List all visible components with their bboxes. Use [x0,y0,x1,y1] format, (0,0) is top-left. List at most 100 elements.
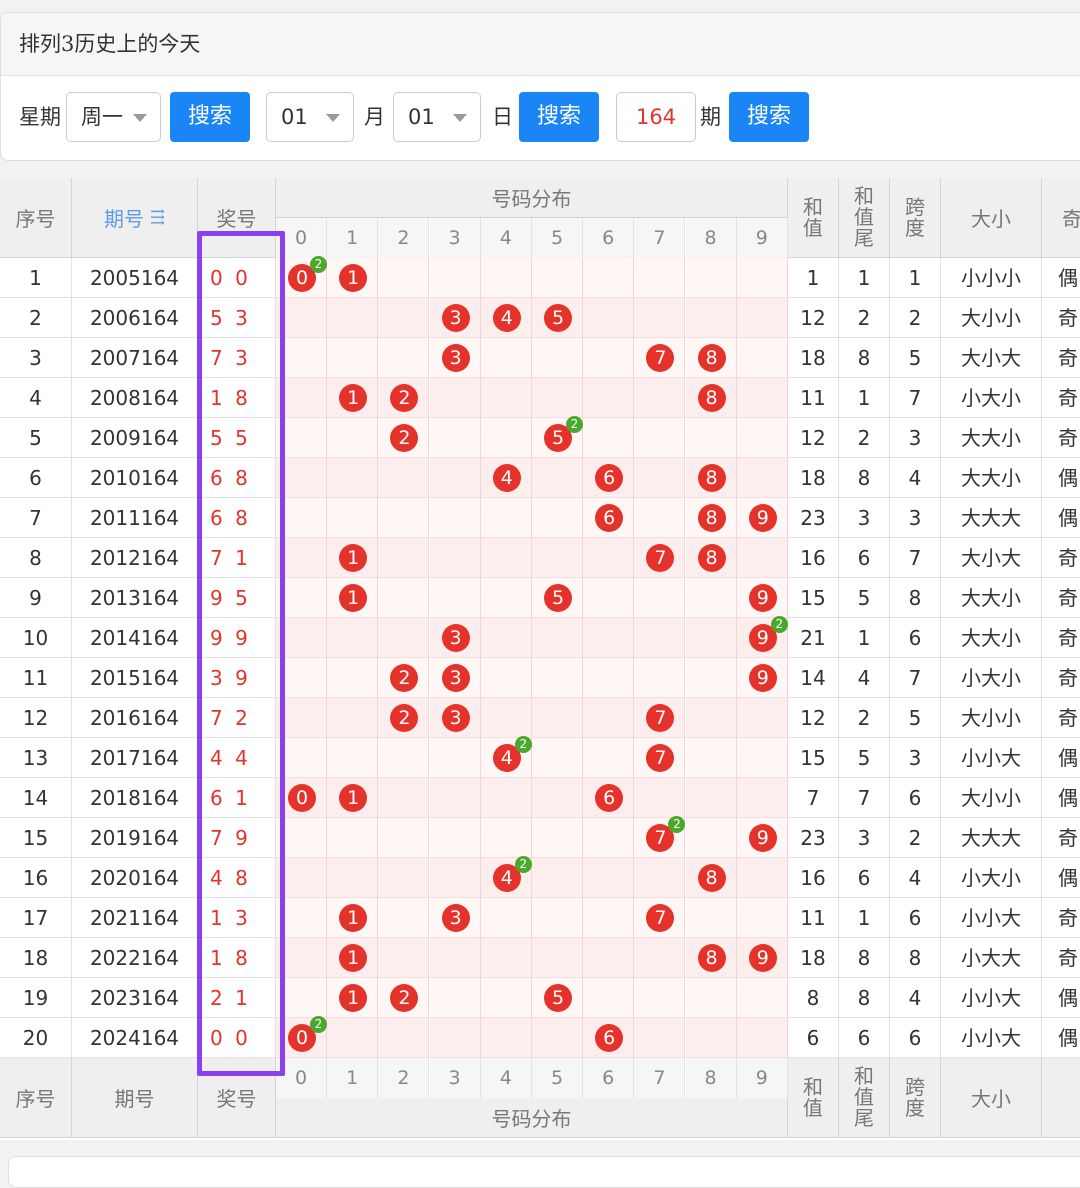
row-size: 小小大 [941,978,1042,1018]
dist-cell-6 [583,378,635,418]
dist-cell-8 [685,1018,737,1058]
dist-cell-9 [736,858,788,898]
header-issue[interactable]: 期号 ⇶ [72,178,198,258]
row-sum-tail: 8 [839,978,890,1018]
footer-index: 序号 [0,1058,72,1138]
dist-cell-4 [480,658,532,698]
dist-cell-1 [327,658,379,698]
row-sum: 12 [788,418,839,458]
dist-cell-3 [429,378,481,418]
dist-cell-6 [583,618,635,658]
row-size: 大大小 [941,418,1042,458]
row-span: 4 [890,858,941,898]
row-span: 4 [890,458,941,498]
header-index: 序号 [0,178,72,258]
dist-cell-7: 7 [634,338,686,378]
dist-cell-9 [736,458,788,498]
dist-cell-7 [634,498,686,538]
next-panel [8,1156,1080,1188]
footer-digit-2: 2 [378,1058,430,1098]
drawn-ball: 3 [441,624,470,652]
issue-search-button[interactable]: 搜索 [729,92,809,142]
dist-cell-6 [583,578,635,618]
dist-cell-1 [327,498,379,538]
dist-cell-1: 1 [327,538,379,578]
dist-cell-4 [480,618,532,658]
footer-digit-5: 5 [532,1058,583,1098]
row-parity: 奇 [1042,618,1080,658]
table-row: 1920231642 1 5125884小小大偶 [0,978,1080,1050]
row-span: 6 [890,898,941,938]
dist-cell-8: 8 [685,338,737,378]
row-size: 大大小 [941,458,1042,498]
dist-cell-4 [480,498,532,538]
dist-cell-4 [480,978,532,1018]
dist-cell-1: 1 [327,258,379,298]
footer-digit-6: 6 [583,1058,635,1098]
header-digit-1: 1 [327,218,379,258]
dist-cell-8 [685,738,737,778]
dist-cell-1: 1 [327,898,379,938]
dist-cell-6 [583,898,635,938]
drawn-ball: 3 [441,904,470,932]
row-issue: 2010164 [72,458,198,498]
dist-cell-2: 2 [378,978,430,1018]
dist-cell-2 [378,538,430,578]
dist-cell-9 [736,698,788,738]
drawn-ball: 9 [748,504,777,532]
footer-digit-8: 8 [685,1058,737,1098]
repeat-count-badge: 2 [514,736,532,753]
weekday-select[interactable]: 周一 [66,92,161,142]
day-select[interactable]: 01 [393,92,481,142]
drawn-ball: 2 [390,704,419,732]
dist-cell-1 [327,338,379,378]
table-row: 720111646 8 96892333大大大偶 [0,498,1080,570]
dist-cell-4 [480,578,532,618]
dist-cell-5 [532,618,583,658]
row-sum: 6 [788,1018,839,1058]
repeat-count-badge: 2 [668,816,686,833]
dist-cell-8 [685,418,737,458]
dist-cell-2 [378,778,430,818]
dist-cell-5 [532,738,583,778]
row-index: 19 [0,978,72,1018]
drawn-ball: 3 [441,664,470,692]
row-sum-tail: 6 [839,1018,890,1058]
dist-cell-7 [634,658,686,698]
row-span: 4 [890,978,941,1018]
dist-cell-6 [583,698,635,738]
dist-cell-9: 9 [736,578,788,618]
repeat-count-badge: 2 [310,256,327,273]
dist-cell-2 [378,738,430,778]
month-select[interactable]: 01 [266,92,354,142]
row-parity: 偶 [1042,858,1080,898]
header-digit-3: 3 [429,218,481,258]
dist-cell-3 [429,458,481,498]
date-search-button[interactable]: 搜索 [519,92,599,142]
drawn-ball: 1 [339,904,368,932]
dist-cell-8 [685,898,737,938]
dist-cell-9 [736,778,788,818]
row-size: 大大大 [941,818,1042,858]
table-row: 420081641 8 21281117小大小奇 [0,378,1080,450]
footer-sum-tail: 和值尾 [839,1058,890,1138]
row-size: 大大大 [941,498,1042,538]
weekday-label: 星期 [19,105,61,129]
row-size: 大小小 [941,698,1042,738]
repeat-count-badge: 2 [514,856,532,873]
dist-cell-7: 7 [634,898,686,938]
dist-cell-7 [634,1018,686,1058]
dist-cell-4: 4 [480,458,532,498]
dist-cell-8: 8 [685,378,737,418]
dist-cell-6 [583,258,635,298]
row-sum: 21 [788,618,839,658]
footer-size: 大小 [941,1058,1042,1138]
row-issue: 2017164 [72,738,198,778]
dist-cell-2 [378,898,430,938]
dist-cell-3: 3 [429,618,481,658]
row-issue: 2013164 [72,578,198,618]
weekday-search-button[interactable]: 搜索 [170,92,250,142]
issue-input[interactable]: 164 [616,92,696,142]
drawn-ball: 6 [595,464,624,492]
sort-icon[interactable]: ⇶ [150,207,165,228]
